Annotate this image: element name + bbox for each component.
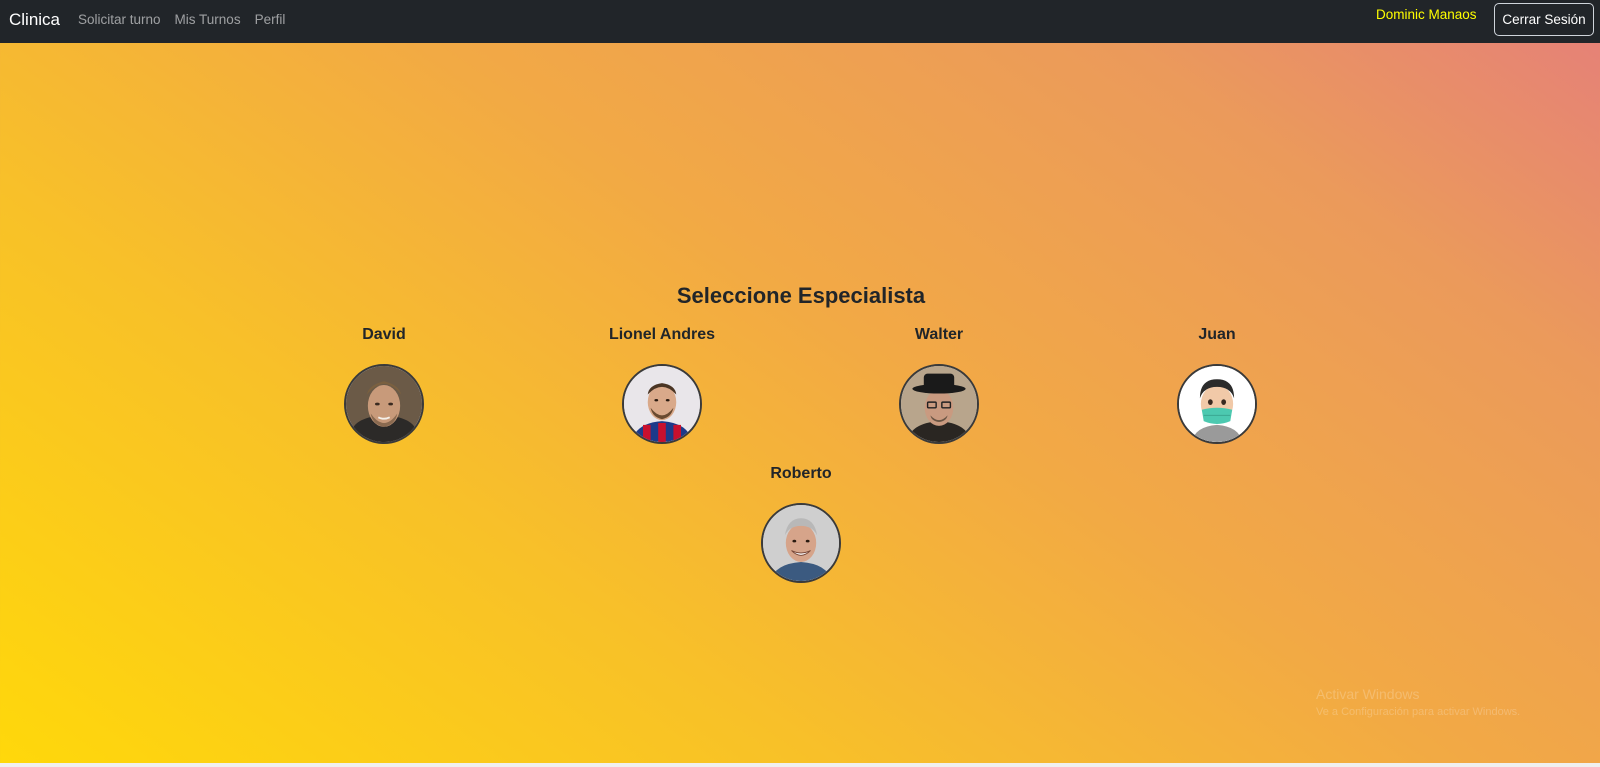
specialist-name: Lionel Andres <box>608 326 716 343</box>
specialist-card-walter[interactable]: Walter <box>829 326 1049 444</box>
watermark-subtitle: Ve a Configuración para activar Windows. <box>1316 706 1521 718</box>
nav-link-mis-turnos[interactable]: Mis Turnos <box>175 12 241 27</box>
bearded-man-icon <box>346 366 422 442</box>
specialist-avatar[interactable] <box>899 364 979 444</box>
nav-links: Solicitar turno Mis Turnos Perfil <box>78 12 285 27</box>
specialist-card-roberto[interactable]: Roberto <box>691 465 911 583</box>
masked-memoji-icon <box>1179 366 1255 442</box>
specialist-card-lionel-andres[interactable]: Lionel Andres <box>552 326 772 444</box>
logout-button[interactable]: Cerrar Sesión <box>1494 3 1594 36</box>
specialist-avatar[interactable] <box>622 364 702 444</box>
page-title: Seleccione Especialista <box>676 283 926 308</box>
specialist-name: Roberto <box>770 465 832 482</box>
specialist-card-david[interactable]: David <box>274 326 494 444</box>
smiling-man-icon <box>763 505 839 581</box>
windows-activation-watermark: Activar Windows Ve a Configuración para … <box>1316 686 1520 718</box>
specialist-name: David <box>362 326 406 343</box>
specialist-avatar[interactable] <box>761 503 841 583</box>
nav-link-solicitar-turno[interactable]: Solicitar turno <box>78 12 161 27</box>
navbar: Clinica Solicitar turno Mis Turnos Perfi… <box>0 0 1600 43</box>
user-name: Dominic Manaos <box>1376 7 1477 22</box>
specialist-card-juan[interactable]: Juan <box>1107 326 1327 444</box>
bottom-edge <box>0 763 1600 767</box>
man-with-hat-icon <box>901 366 977 442</box>
specialist-avatar[interactable] <box>1177 364 1257 444</box>
specialist-avatar[interactable] <box>344 364 424 444</box>
footballer-icon <box>624 366 700 442</box>
brand-logo[interactable]: Clinica <box>9 10 60 30</box>
watermark-title: Activar Windows <box>1316 686 1420 702</box>
nav-link-perfil[interactable]: Perfil <box>255 12 286 27</box>
specialist-name: Juan <box>1198 326 1236 343</box>
specialist-name: Walter <box>914 326 964 343</box>
